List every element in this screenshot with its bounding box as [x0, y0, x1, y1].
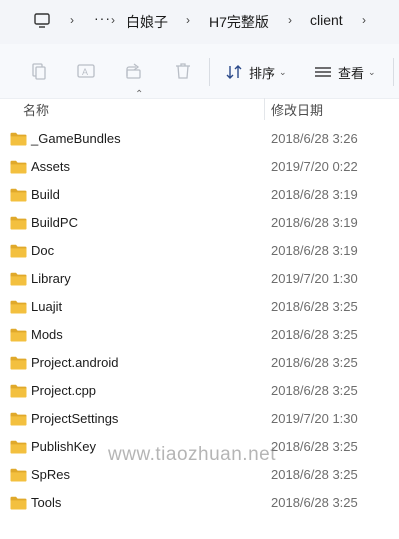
file-row[interactable]: _GameBundles 2018/6/28 3:26: [0, 125, 399, 153]
column-resize-handle[interactable]: [264, 98, 265, 120]
file-row[interactable]: Library 2019/7/20 1:30: [0, 265, 399, 293]
breadcrumb-item[interactable]: 白娘子: [126, 12, 168, 32]
chevron-right-icon[interactable]: ›: [186, 13, 190, 27]
file-modified-date: 2018/6/28 3:25: [271, 355, 358, 370]
folder-icon: [10, 412, 27, 426]
file-modified-date: 2018/6/28 3:25: [271, 299, 358, 314]
file-row[interactable]: Build 2018/6/28 3:19: [0, 181, 399, 209]
view-button[interactable]: 查看 ⌄: [314, 58, 376, 86]
watermark: www.tiaozhuan.net: [108, 444, 276, 465]
sort-ascending-icon: ⌃: [135, 89, 144, 100]
share-icon[interactable]: [124, 61, 144, 81]
file-name: Tools: [31, 495, 62, 510]
file-modified-date: 2018/6/28 3:19: [271, 215, 358, 230]
sort-icon: [226, 65, 242, 79]
file-row[interactable]: Luajit 2018/6/28 3:25: [0, 293, 399, 321]
rename-icon[interactable]: A: [76, 61, 96, 81]
file-modified-date: 2019/7/20 1:30: [271, 271, 358, 286]
svg-text:A: A: [82, 67, 88, 77]
file-modified-date: 2018/6/28 3:25: [271, 383, 358, 398]
chevron-right-icon[interactable]: ›: [70, 13, 74, 27]
file-row[interactable]: Project.cpp 2018/6/28 3:25: [0, 377, 399, 405]
folder-icon: [10, 440, 27, 454]
file-name: Luajit: [31, 299, 63, 314]
folder-icon: [10, 272, 27, 286]
file-modified-date: 2018/6/28 3:25: [271, 467, 358, 482]
breadcrumb-item[interactable]: client: [310, 12, 343, 28]
column-headers: ⌃ 名称 修改日期: [0, 89, 399, 120]
folder-icon: [10, 216, 27, 230]
breadcrumb-item[interactable]: H7完整版: [209, 12, 269, 32]
folder-icon: [10, 300, 27, 314]
file-modified-date: 2018/6/28 3:19: [271, 243, 358, 258]
file-modified-date: 2019/7/20 1:30: [271, 411, 358, 426]
view-label: 查看: [338, 65, 365, 81]
file-row[interactable]: Project.android 2018/6/28 3:25: [0, 349, 399, 377]
chevron-down-icon: ⌄: [368, 66, 376, 77]
file-modified-date: 2019/7/20 0:22: [271, 159, 358, 174]
toolbar-divider: [209, 58, 210, 86]
file-name: Doc: [31, 243, 55, 258]
folder-icon: [10, 188, 27, 202]
computer-icon[interactable]: [33, 12, 51, 30]
file-name: _GameBundles: [31, 131, 121, 146]
file-row[interactable]: Assets 2019/7/20 0:22: [0, 153, 399, 181]
column-header-name[interactable]: 名称: [23, 100, 49, 119]
toolbar-divider: [393, 58, 394, 86]
sort-button[interactable]: 排序 ⌄: [226, 58, 287, 86]
file-modified-date: 2018/6/28 3:25: [271, 439, 358, 454]
folder-icon: [10, 160, 27, 174]
file-name: PublishKey: [31, 439, 97, 454]
breadcrumb-overflow[interactable]: ···: [94, 10, 111, 26]
file-name: ProjectSettings: [31, 411, 119, 426]
chevron-right-icon[interactable]: ›: [288, 13, 292, 27]
chevron-down-icon: ⌄: [279, 66, 287, 77]
file-row[interactable]: ProjectSettings 2019/7/20 1:30: [0, 405, 399, 433]
address-bar[interactable]: › ··· › 白娘子 › H7完整版 › client ›: [0, 0, 399, 44]
copy-icon[interactable]: [28, 61, 48, 81]
file-name: Library: [31, 271, 71, 286]
file-row[interactable]: Doc 2018/6/28 3:19: [0, 237, 399, 265]
folder-icon: [10, 132, 27, 146]
file-row[interactable]: Tools 2018/6/28 3:25: [0, 489, 399, 517]
sort-label: 排序: [249, 65, 276, 81]
delete-icon[interactable]: [173, 61, 193, 81]
file-name: SpRes: [31, 467, 71, 482]
folder-icon: [10, 356, 27, 370]
file-row[interactable]: BuildPC 2018/6/28 3:19: [0, 209, 399, 237]
file-name: Mods: [31, 327, 63, 342]
file-modified-date: 2018/6/28 3:19: [271, 187, 358, 202]
file-name: Project.cpp: [31, 383, 97, 398]
folder-icon: [10, 384, 27, 398]
file-modified-date: 2018/6/28 3:25: [271, 327, 358, 342]
file-name: BuildPC: [31, 215, 78, 230]
file-modified-date: 2018/6/28 3:26: [271, 131, 358, 146]
folder-icon: [10, 328, 27, 342]
view-icon: [315, 67, 331, 77]
folder-icon: [10, 496, 27, 510]
column-header-date[interactable]: 修改日期: [271, 100, 323, 119]
file-name: Assets: [31, 159, 71, 174]
file-modified-date: 2018/6/28 3:25: [271, 495, 358, 510]
file-name: Project.android: [31, 355, 119, 370]
folder-icon: [10, 468, 27, 482]
chevron-right-icon[interactable]: ›: [111, 13, 115, 27]
folder-icon: [10, 244, 27, 258]
file-row[interactable]: Mods 2018/6/28 3:25: [0, 321, 399, 349]
command-bar: A 排序 ⌄ 查看 ⌄: [0, 44, 399, 99]
chevron-right-icon[interactable]: ›: [362, 13, 366, 27]
file-name: Build: [31, 187, 60, 202]
